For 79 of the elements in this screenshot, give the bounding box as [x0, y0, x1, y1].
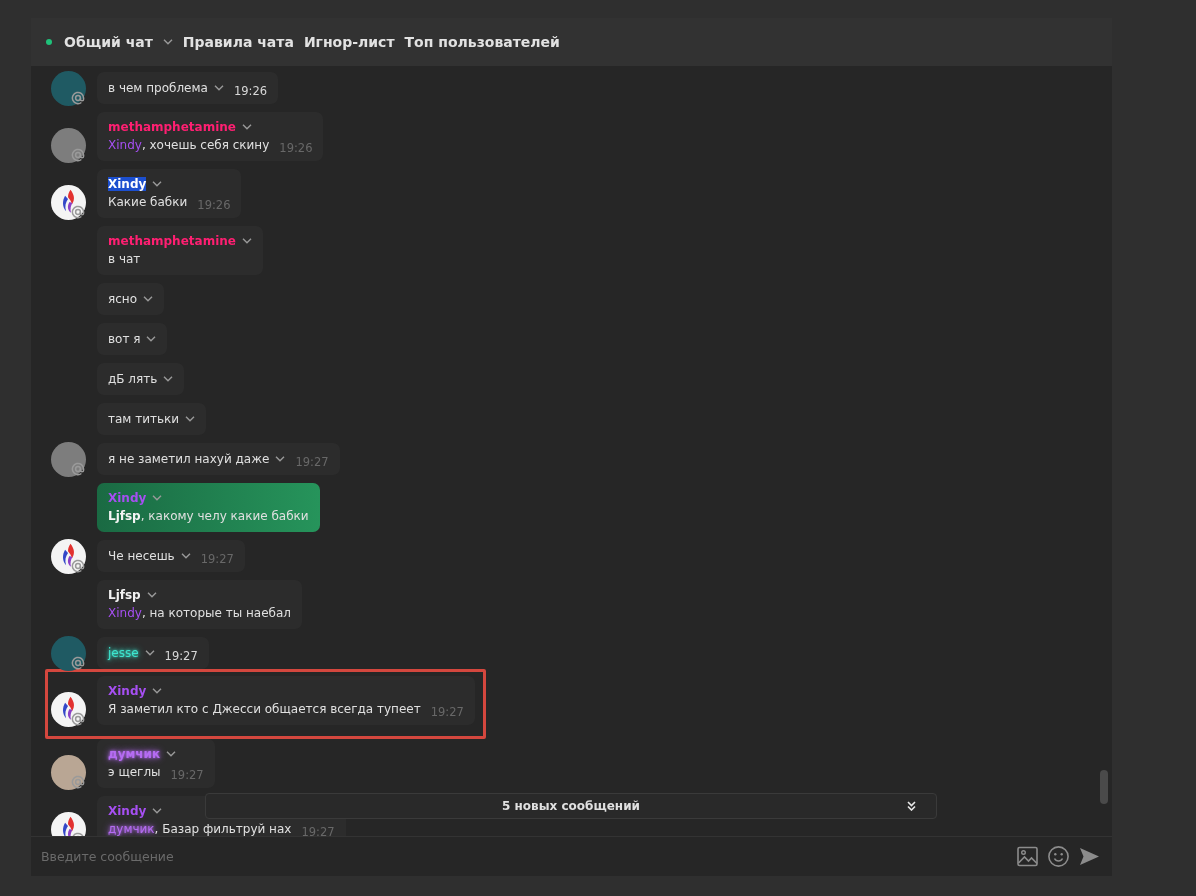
author-name[interactable]: methamphetamine — [108, 233, 236, 248]
new-messages-button[interactable]: 5 новых сообщений — [205, 793, 937, 819]
message-text: э щеглы — [108, 765, 161, 779]
flame-logo-avatar[interactable] — [51, 692, 86, 727]
message-time: 19:26 — [233, 84, 268, 98]
mention-link[interactable]: думчик — [108, 822, 155, 836]
channel-dropdown[interactable]: Общий чат — [64, 34, 173, 50]
chevron-down-icon[interactable] — [146, 336, 157, 342]
chevron-down-icon[interactable] — [166, 750, 177, 757]
avatar-photo[interactable] — [51, 128, 86, 163]
chevron-down-icon[interactable] — [162, 39, 173, 45]
message-input[interactable]: Введите сообщение — [41, 842, 1007, 871]
avatar-photo[interactable] — [51, 71, 86, 106]
at-sign-icon — [71, 775, 85, 789]
at-sign-icon — [71, 205, 85, 219]
message-time: 19:27 — [164, 649, 198, 663]
message-text: я не заметил нахуй даже — [108, 452, 270, 466]
message-text: Xindy, хочешь себя скину — [108, 138, 270, 152]
chevron-down-icon[interactable] — [163, 376, 174, 382]
author-name[interactable]: Ljfsp — [108, 587, 141, 602]
chevron-down-icon[interactable] — [213, 85, 224, 91]
header-link[interactable]: Игнор-лист — [303, 34, 395, 50]
message-time: 19:26 — [279, 141, 313, 155]
scrollbar-thumb[interactable] — [1100, 770, 1108, 804]
message-text: Xindy, на которые ты наебал — [108, 606, 292, 620]
chevron-down-icon[interactable] — [152, 807, 163, 814]
header-link[interactable]: Топ пользователей — [404, 34, 560, 50]
header-link[interactable]: Правила чата — [182, 34, 294, 50]
avatar-photo[interactable] — [51, 442, 86, 477]
at-sign-icon — [71, 656, 85, 670]
author-name[interactable]: думчик — [108, 746, 161, 761]
author-name[interactable]: Xindy — [108, 176, 147, 191]
message-time: 19:27 — [295, 455, 329, 469]
chevron-down-icon[interactable] — [144, 650, 155, 656]
send-icon[interactable] — [1079, 846, 1100, 867]
message-time: 19:27 — [301, 825, 335, 836]
double-chevron-down-icon — [907, 801, 916, 811]
message-text: Че несешь — [108, 549, 175, 563]
chevron-down-icon[interactable] — [152, 180, 163, 187]
chevron-down-icon[interactable] — [185, 416, 196, 422]
mention-link[interactable]: Xindy — [108, 606, 142, 620]
at-sign-icon — [71, 462, 85, 476]
message-text: там титьки — [108, 412, 180, 426]
message-time: 19:27 — [170, 768, 204, 782]
image-icon[interactable] — [1017, 846, 1038, 867]
author-name[interactable]: Xindy — [108, 683, 147, 698]
message-time: 19:27 — [200, 552, 234, 566]
chevron-down-icon[interactable] — [241, 237, 252, 244]
mention-link[interactable]: jesse — [108, 646, 139, 660]
message-text: ясно — [108, 292, 137, 306]
flame-logo-avatar[interactable] — [51, 185, 86, 220]
message-text: вот я — [108, 332, 141, 346]
message-text: думчик, Базар фильтруй нах — [108, 822, 292, 836]
chevron-down-icon[interactable] — [241, 123, 252, 130]
message-text: дБ лять — [108, 372, 158, 386]
author-name[interactable]: Xindy — [108, 803, 147, 818]
mention-link[interactable]: Xindy — [108, 138, 142, 152]
at-sign-icon — [71, 712, 85, 726]
message-text: Я заметил кто с Джесси общается всегда тупеет — [108, 702, 421, 716]
message-text: Какие бабки — [108, 195, 188, 209]
author-name[interactable]: methamphetamine — [108, 119, 236, 134]
message-time: 19:27 — [430, 705, 464, 719]
chevron-down-icon[interactable] — [180, 553, 191, 559]
smiley-icon[interactable] — [1048, 846, 1069, 867]
chevron-down-icon[interactable] — [275, 456, 286, 462]
chevron-down-icon[interactable] — [152, 687, 163, 694]
flame-logo-avatar[interactable] — [51, 539, 86, 574]
message-time: 19:26 — [197, 198, 231, 212]
mention-link[interactable]: Ljfsp — [108, 509, 141, 523]
message-text: в чат — [108, 252, 141, 266]
avatar-photo[interactable] — [51, 755, 86, 790]
chevron-down-icon[interactable] — [146, 591, 157, 598]
avatar-photo[interactable] — [51, 636, 86, 671]
at-sign-icon — [71, 559, 85, 573]
message-text: в чем проблема — [108, 81, 208, 95]
at-sign-icon — [71, 148, 85, 162]
at-sign-icon — [71, 91, 85, 105]
chevron-down-icon[interactable] — [143, 296, 153, 302]
message-text: Ljfsp, какому челу какие бабки — [108, 509, 309, 523]
